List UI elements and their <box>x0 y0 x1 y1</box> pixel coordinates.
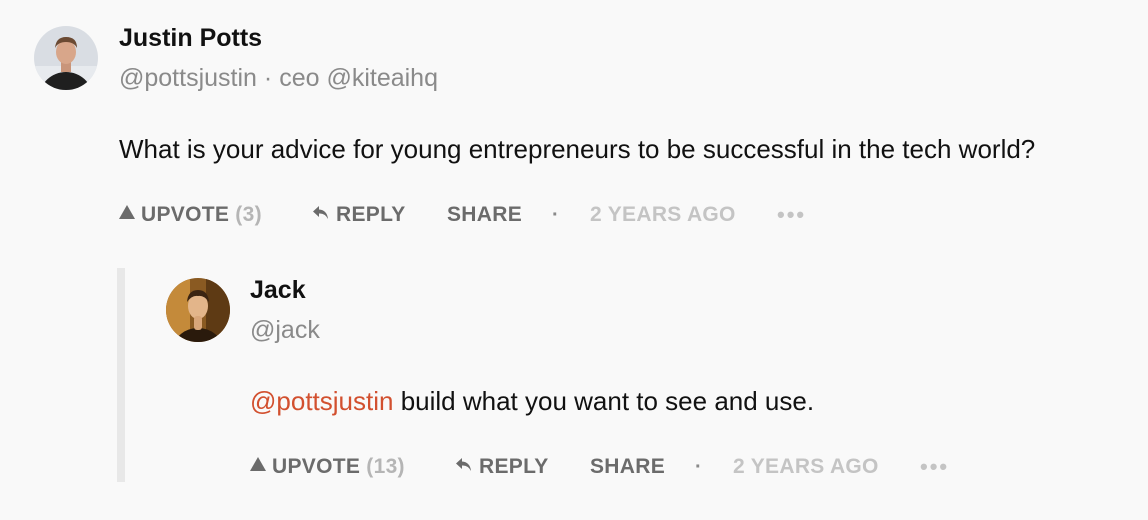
mention-link[interactable]: @pottsjustin <box>250 386 393 416</box>
question-text: What is your advice for young entreprene… <box>119 134 1036 164</box>
reply-text: @pottsjustin build what you want to see … <box>250 386 814 417</box>
reply-arrow-icon <box>456 458 471 471</box>
upvote-label: UPVOTE <box>141 203 230 226</box>
reply-action-bar: UPVOTE (13) REPLY SHARE · 2 YEARS AGO ••… <box>250 452 970 482</box>
reply-label: REPLY <box>336 203 406 226</box>
author-title: ceo @kiteaihq <box>279 64 438 92</box>
reply-body: build what you want to see and use. <box>393 386 815 416</box>
reply-author-name[interactable]: Jack <box>250 276 306 305</box>
triangle-up-icon <box>250 457 266 471</box>
upvote-label: UPVOTE <box>272 455 361 478</box>
author-name[interactable]: Justin Potts <box>119 24 262 53</box>
upvote-button[interactable]: UPVOTE (13) <box>250 452 405 482</box>
byline-separator: · <box>263 64 273 92</box>
upvote-count: (13) <box>366 455 405 478</box>
thread-indent-bar <box>117 268 125 482</box>
post-action-bar: UPVOTE (3) REPLY SHARE · 2 YEARS AGO ••• <box>119 200 839 230</box>
upvote-button[interactable]: UPVOTE (3) <box>119 200 262 230</box>
reply-label: REPLY <box>479 455 549 478</box>
author-byline: @pottsjustin · ceo @kiteaihq <box>119 64 438 93</box>
share-button[interactable]: SHARE <box>590 452 665 482</box>
avatar-jack[interactable] <box>166 278 230 342</box>
share-button[interactable]: SHARE <box>447 200 522 230</box>
reply-button[interactable]: REPLY <box>312 200 406 230</box>
more-dots-icon[interactable]: ••• <box>777 200 806 230</box>
action-separator: · <box>695 456 702 478</box>
reply-button[interactable]: REPLY <box>455 452 549 482</box>
triangle-up-icon <box>119 205 135 219</box>
post-timestamp[interactable]: 2 YEARS AGO <box>590 200 736 230</box>
reply-timestamp[interactable]: 2 YEARS AGO <box>733 452 879 482</box>
author-handle[interactable]: @pottsjustin <box>119 64 257 92</box>
reply-arrow-icon <box>313 206 328 219</box>
upvote-count: (3) <box>235 203 262 226</box>
reply-author-handle[interactable]: @jack <box>250 316 320 345</box>
action-separator: · <box>552 204 559 226</box>
more-dots-icon[interactable]: ••• <box>920 452 949 482</box>
avatar-justin-potts[interactable] <box>34 26 98 90</box>
